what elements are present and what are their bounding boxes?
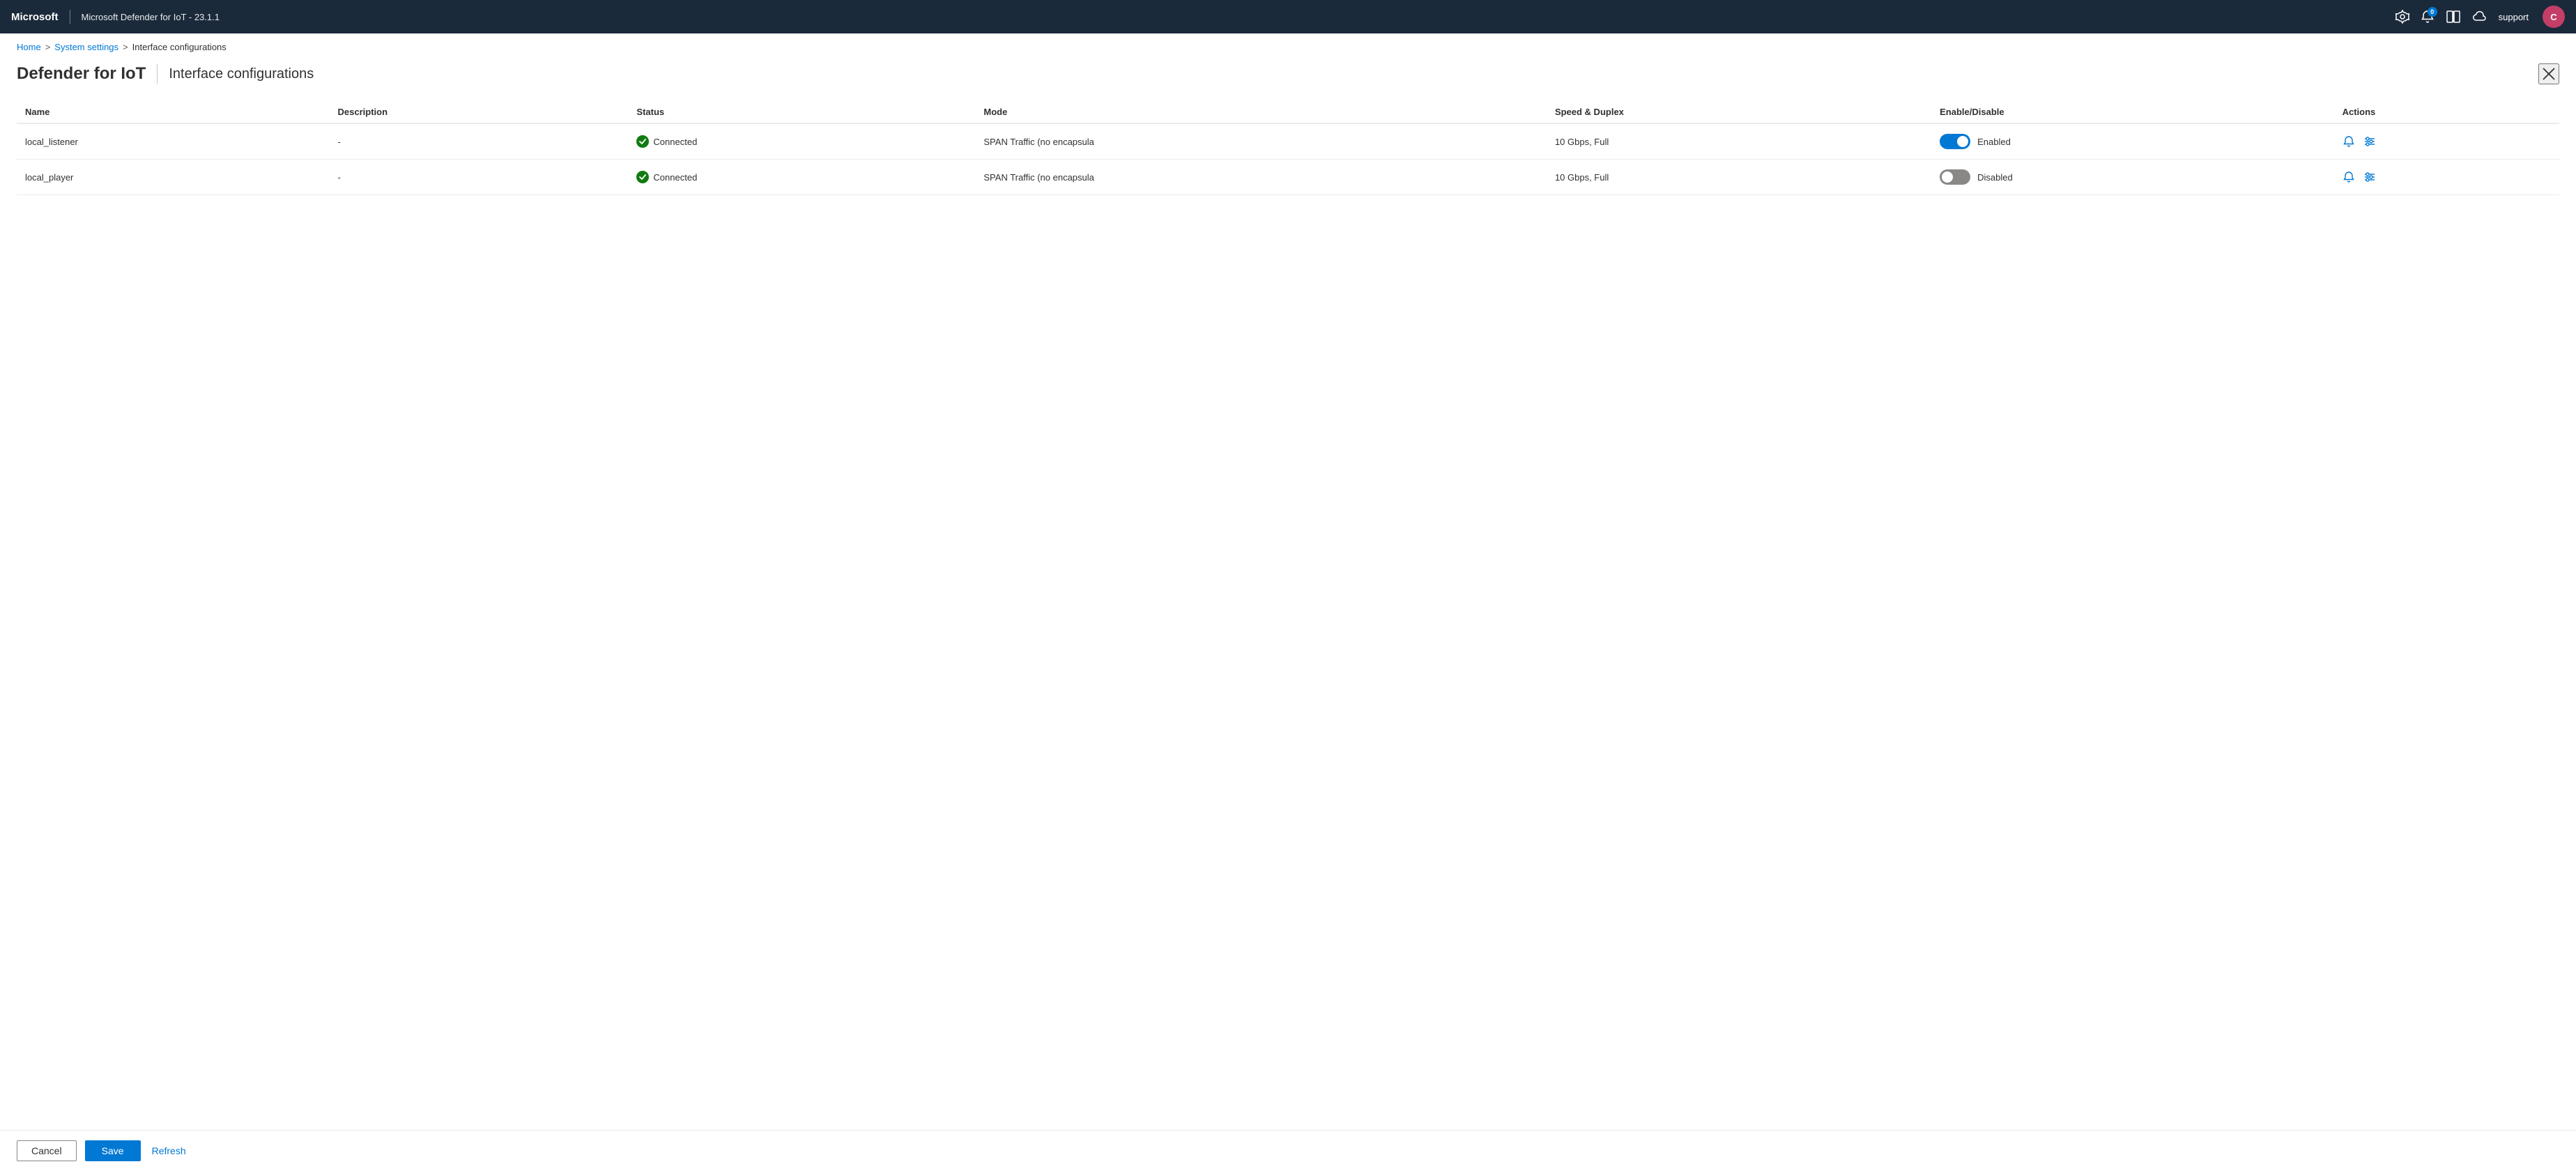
status-label: Connected [653, 172, 697, 183]
interface-table-container: Name Description Status Mode Speed & Dup… [17, 101, 2559, 195]
col-description: Description [330, 101, 629, 123]
topbar-icons: 0 support C [2395, 6, 2565, 28]
user-avatar[interactable]: C [2543, 6, 2565, 28]
connected-icon [636, 135, 649, 148]
breadcrumb-system-settings[interactable]: System settings [54, 42, 118, 52]
topbar: Microsoft Microsoft Defender for IoT - 2… [0, 0, 2576, 33]
notification-icon[interactable]: 0 [2421, 10, 2435, 24]
cell-mode: SPAN Traffic (no encapsula [975, 123, 1547, 160]
col-enable-disable: Enable/Disable [1931, 101, 2333, 123]
cell-actions [2334, 160, 2559, 195]
app-title: Microsoft Defender for IoT - 23.1.1 [82, 12, 220, 22]
book-icon[interactable] [2446, 10, 2461, 24]
toggle-1[interactable] [1940, 169, 1970, 185]
table-header-row: Name Description Status Mode Speed & Dup… [17, 101, 2559, 123]
col-speed-duplex: Speed & Duplex [1547, 101, 1931, 123]
cell-mode: SPAN Traffic (no encapsula [975, 160, 1547, 195]
status-label: Connected [653, 137, 697, 147]
page-header: Defender for IoT Interface configuration… [0, 52, 2576, 84]
cell-enable-disable: Enabled [1931, 123, 2333, 160]
cell-actions [2334, 123, 2559, 160]
settings-sliders-icon[interactable] [2363, 171, 2376, 183]
breadcrumb-sep-1: > [45, 42, 51, 52]
cell-description: - [330, 160, 629, 195]
breadcrumb-current: Interface configurations [132, 42, 227, 52]
bottom-bar: Cancel Save Refresh [0, 1130, 2576, 1171]
cell-speed-duplex: 10 Gbps, Full [1547, 160, 1931, 195]
user-label: support [2499, 12, 2529, 22]
alert-icon[interactable] [2343, 171, 2355, 183]
brand-name: Microsoft [11, 11, 59, 23]
interface-table: Name Description Status Mode Speed & Dup… [17, 101, 2559, 195]
page-subtitle: Interface configurations [169, 66, 314, 82]
connected-icon [636, 171, 649, 183]
col-status: Status [628, 101, 975, 123]
page-brand: Defender for IoT [17, 64, 146, 84]
cancel-button[interactable]: Cancel [17, 1140, 77, 1161]
save-button[interactable]: Save [85, 1140, 141, 1161]
cell-status: Connected [628, 160, 975, 195]
page-header-divider [157, 64, 158, 84]
cloud-icon[interactable] [2472, 10, 2487, 23]
toggle-label: Enabled [1977, 137, 2011, 147]
col-actions: Actions [2334, 101, 2559, 123]
alert-icon[interactable] [2343, 135, 2355, 148]
settings-icon[interactable] [2395, 10, 2409, 24]
cell-enable-disable: Disabled [1931, 160, 2333, 195]
breadcrumb-sep-2: > [123, 42, 128, 52]
toggle-label: Disabled [1977, 172, 2013, 183]
cell-speed-duplex: 10 Gbps, Full [1547, 123, 1931, 160]
cell-status: Connected [628, 123, 975, 160]
cell-name: local_player [17, 160, 330, 195]
refresh-button[interactable]: Refresh [149, 1141, 189, 1161]
breadcrumb: Home > System settings > Interface confi… [0, 33, 2576, 52]
notification-badge: 0 [2428, 7, 2437, 17]
settings-sliders-icon[interactable] [2363, 135, 2376, 148]
cell-description: - [330, 123, 629, 160]
close-button[interactable] [2538, 63, 2559, 84]
cell-name: local_listener [17, 123, 330, 160]
table-row: local_player- Connected SPAN Traffic (no… [17, 160, 2559, 195]
toggle-0[interactable] [1940, 134, 1970, 149]
col-mode: Mode [975, 101, 1547, 123]
breadcrumb-home[interactable]: Home [17, 42, 41, 52]
table-row: local_listener- Connected SPAN Traffic (… [17, 123, 2559, 160]
col-name: Name [17, 101, 330, 123]
